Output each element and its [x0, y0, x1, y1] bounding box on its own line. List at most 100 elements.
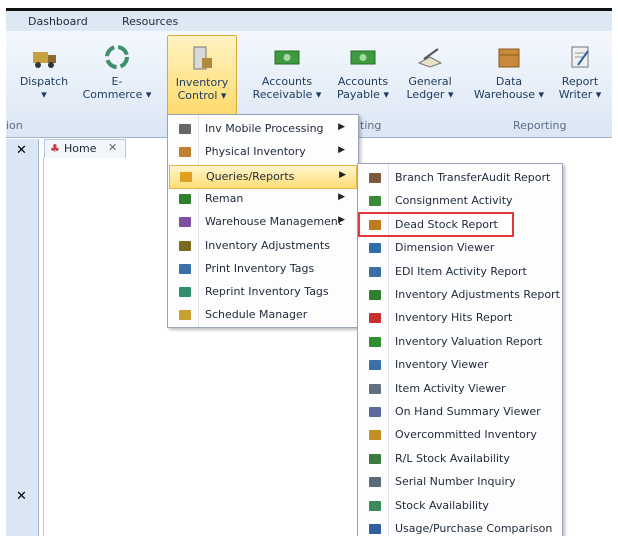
submenu-arrow-icon: ▶	[338, 122, 345, 132]
report-item-label: Inventory Hits Report	[395, 311, 513, 325]
report-menu-item[interactable]: R/L Stock Availability	[359, 448, 559, 470]
dispatch-button[interactable]: Dispatch ▾	[14, 35, 74, 119]
ribbon-group-label-reporting: Reporting	[513, 119, 567, 132]
report-icon	[566, 43, 594, 71]
inventory-icon	[188, 44, 216, 72]
tab-dashboard[interactable]: Dashboard	[28, 15, 88, 28]
inventory-menu-item[interactable]: Inventory Adjustments	[169, 235, 355, 257]
report-item-icon	[367, 310, 383, 326]
accounts-payable-button[interactable]: Accounts Payable ▾	[332, 35, 394, 119]
report-writer-button[interactable]: Report Writer ▾	[554, 35, 606, 119]
report-item-icon	[367, 404, 383, 420]
ecommerce-button[interactable]: E- Commerce ▾	[80, 35, 154, 119]
submenu-arrow-icon: ▶	[339, 169, 346, 180]
report-item-label: Inventory Viewer	[395, 358, 489, 372]
submenu-arrow-icon: ▶	[338, 215, 345, 226]
report-item-label: Serial Number Inquiry	[395, 475, 516, 489]
inventory-menu-item[interactable]: Warehouse Management ▶	[169, 211, 355, 233]
report-item-label: Dimension Viewer	[395, 241, 495, 255]
dispatch-dropdown-arrow: ▾	[41, 88, 47, 101]
report-item-icon	[367, 357, 383, 373]
report-menu-item[interactable]: Serial Number Inquiry	[359, 471, 559, 493]
report-item-icon	[367, 264, 383, 280]
menu-item-label: Inventory Adjustments	[205, 238, 330, 252]
report-menu-item[interactable]: Overcommitted Inventory	[359, 424, 559, 446]
data-warehouse-button[interactable]: Data Warehouse ▾	[472, 35, 546, 119]
accounts-payable-label-1: Accounts	[337, 75, 389, 88]
report-item-icon	[367, 193, 383, 209]
inventory-control-button[interactable]: Inventory Control ▾	[167, 35, 237, 121]
inventory-menu-item[interactable]: Physical Inventory ▶	[169, 141, 355, 163]
app-window: Dashboard Resources Dispatch ▾ E- Commer…	[6, 8, 612, 536]
general-ledger-label-1: General	[408, 75, 452, 88]
inventory-menu-item[interactable]: Reprint Inventory Tags	[169, 281, 355, 303]
report-writer-label-1: Report	[561, 75, 599, 88]
submenu-arrow-icon: ▶	[338, 191, 345, 202]
report-item-label: Branch TransferAudit Report	[395, 171, 551, 184]
ribbon-tab-strip: Dashboard Resources	[6, 11, 612, 31]
menu-item-icon	[177, 307, 193, 323]
menu-item-label: Inv Mobile Processing	[205, 122, 324, 135]
report-menu-item[interactable]: Consignment Activity	[359, 190, 559, 212]
recycle-icon	[103, 43, 131, 71]
report-menu-item[interactable]: Inventory Hits Report	[359, 307, 559, 329]
report-item-icon	[367, 170, 383, 186]
close-icon[interactable]: ✕	[16, 489, 27, 504]
report-menu-item[interactable]: Stock Availability	[359, 495, 559, 517]
report-item-label: On Hand Summary Viewer	[395, 405, 541, 418]
report-item-label: Usage/Purchase Comparison	[395, 522, 553, 535]
report-menu-item[interactable]: Branch TransferAudit Report	[359, 167, 559, 189]
left-side-panel: ✕ ✕	[6, 139, 39, 536]
report-menu-item[interactable]: On Hand Summary Viewer	[359, 401, 559, 423]
truck-icon	[30, 43, 58, 71]
report-menu-item[interactable]: Inventory Adjustments Report	[359, 284, 560, 306]
report-item-icon	[367, 381, 383, 397]
accounts-receivable-label-2: Receivable ▾	[252, 88, 322, 101]
menu-item-label: Queries/Reports	[206, 169, 295, 183]
close-tab-icon[interactable]: ✕	[108, 141, 117, 154]
inventory-menu-item[interactable]: Reman ▶	[169, 188, 355, 210]
inventory-menu-item[interactable]: Schedule Manager	[169, 304, 355, 326]
accounts-receivable-button[interactable]: Accounts Receivable ▾	[250, 35, 324, 119]
inventory-control-label-2: Control ▾	[177, 89, 227, 102]
home-icon: ♣	[50, 142, 60, 155]
inventory-menu-item[interactable]: Queries/Reports ▶	[169, 164, 357, 189]
report-item-icon	[367, 474, 383, 490]
money-icon	[273, 43, 301, 71]
report-menu-item[interactable]: Inventory Valuation Report	[359, 331, 559, 353]
report-item-label: Consignment Activity	[395, 194, 513, 208]
report-item-label: R/L Stock Availability	[395, 451, 510, 465]
report-menu-item[interactable]: Usage/Purchase Comparison	[359, 518, 559, 536]
ribbon-group-label: ion	[6, 119, 23, 132]
report-item-icon	[367, 334, 383, 350]
menu-item-icon	[177, 144, 193, 160]
menu-item-icon	[177, 261, 193, 277]
menu-item-label: Reprint Inventory Tags	[205, 285, 329, 299]
inventory-menu-item[interactable]: Print Inventory Tags	[169, 258, 355, 280]
data-warehouse-label-1: Data	[495, 75, 523, 88]
report-item-label: Inventory Adjustments Report	[395, 288, 560, 301]
report-menu-item[interactable]: EDI Item Activity Report	[359, 261, 559, 283]
report-item-icon	[367, 498, 383, 514]
report-menu-item[interactable]: Item Activity Viewer	[359, 378, 559, 400]
tab-resources[interactable]: Resources	[122, 15, 178, 28]
menu-item-label: Physical Inventory	[205, 145, 306, 159]
report-menu-item[interactable]: Inventory Viewer	[359, 354, 559, 376]
menu-item-label: Warehouse Management	[205, 215, 343, 229]
menu-item-icon	[177, 238, 193, 254]
menu-item-label: Print Inventory Tags	[205, 261, 315, 275]
inventory-menu-item[interactable]: Inv Mobile Processing ▶	[169, 118, 355, 140]
warehouse-icon	[495, 43, 523, 71]
report-item-label: Overcommitted Inventory	[395, 428, 537, 442]
report-item-icon	[367, 451, 383, 467]
general-ledger-button[interactable]: General Ledger ▾	[402, 35, 458, 119]
report-menu-item[interactable]: Dimension Viewer	[359, 237, 559, 259]
menu-item-icon	[177, 121, 193, 137]
report-item-icon	[367, 287, 383, 303]
inventory-control-menu: Inv Mobile Processing ▶ Physical Inventory…	[167, 114, 359, 328]
menu-item-icon	[178, 169, 194, 185]
home-document-tab[interactable]: ♣ Home ✕	[44, 139, 126, 158]
report-item-label: EDI Item Activity Report	[395, 264, 527, 278]
close-icon[interactable]: ✕	[16, 143, 27, 158]
accounts-receivable-label-1: Accounts	[261, 75, 313, 88]
